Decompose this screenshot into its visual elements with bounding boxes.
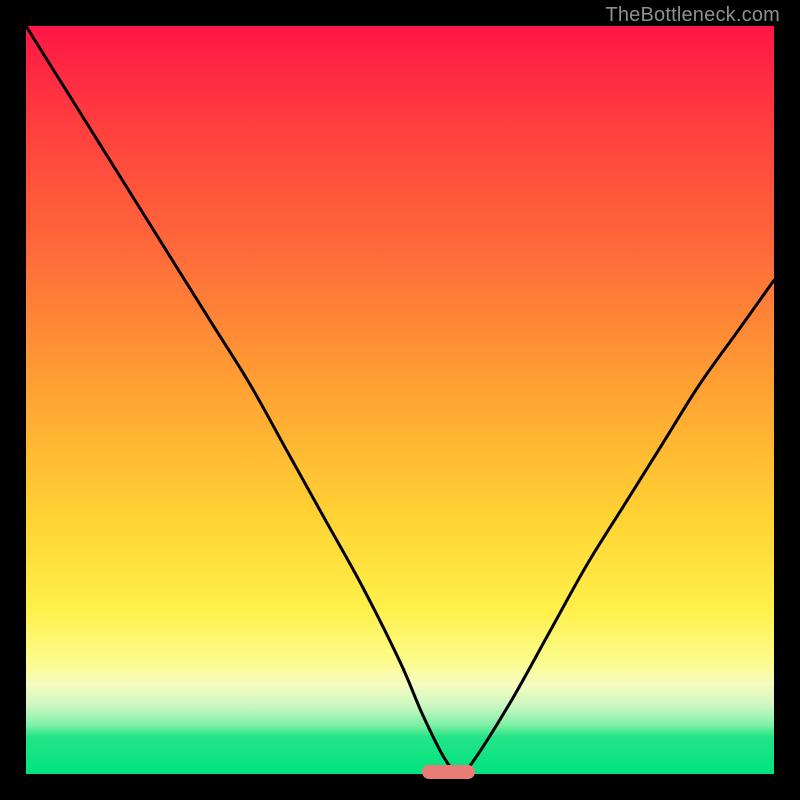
bottleneck-curve	[26, 26, 774, 774]
curve-path	[26, 26, 774, 774]
plot-area	[26, 26, 774, 774]
watermark-text: TheBottleneck.com	[605, 4, 780, 27]
chart-frame: TheBottleneck.com	[0, 0, 800, 800]
optimal-range-marker	[422, 765, 474, 779]
